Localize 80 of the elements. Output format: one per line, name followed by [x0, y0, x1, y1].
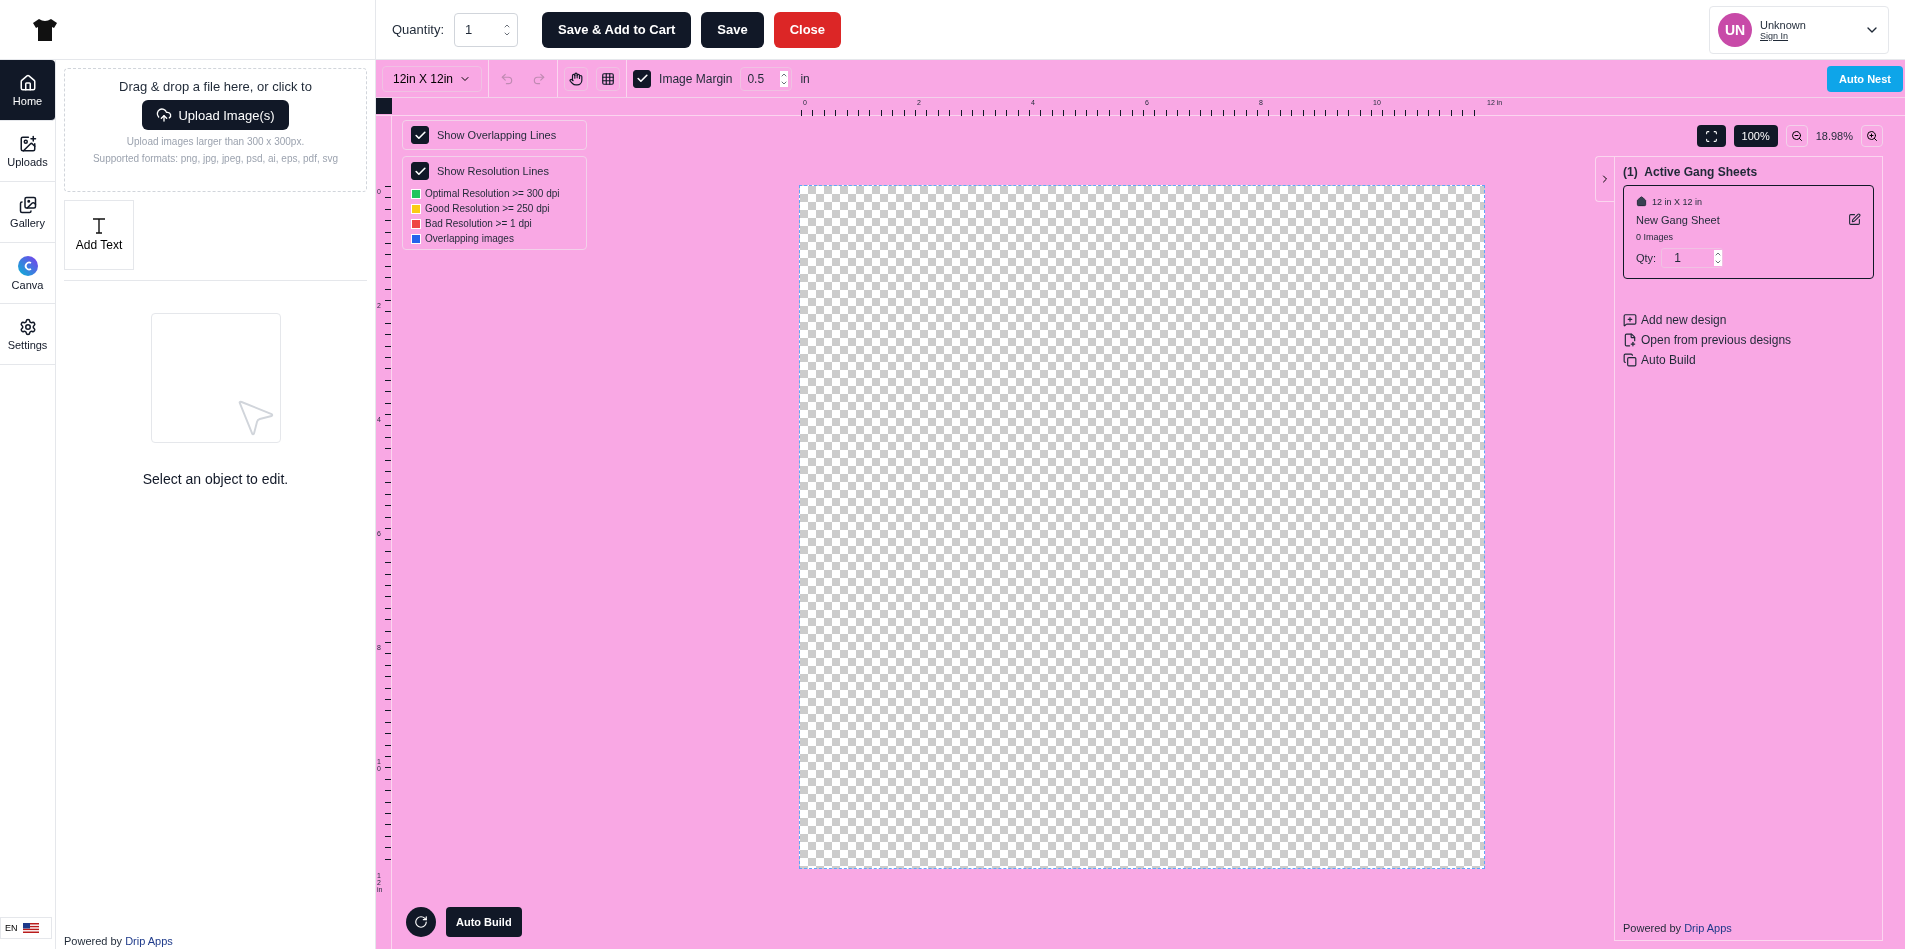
powered-by-text: Powered by Drip Apps	[64, 935, 174, 947]
spinner-arrows-icon[interactable]	[780, 70, 789, 87]
user-name: Unknown	[1760, 18, 1807, 31]
ruler-corner	[376, 98, 392, 114]
settings-icon	[18, 317, 37, 336]
edit-icon[interactable]	[1848, 213, 1861, 226]
sheet-size: 12 in X 12 in	[1652, 196, 1703, 207]
panel-action[interactable]: Auto Build	[1623, 353, 1874, 367]
copy-icon	[1623, 353, 1637, 367]
checkmark-icon	[635, 72, 649, 85]
resolution-checkbox[interactable]	[411, 162, 429, 180]
unit-label: in	[800, 71, 810, 86]
home-icon	[1636, 196, 1647, 207]
checkbox-label: Show Overlapping Lines	[437, 129, 557, 141]
undo-icon	[500, 71, 515, 86]
qty-field[interactable]: 1	[1661, 248, 1724, 268]
empty-state-text: Select an object to edit.	[142, 471, 289, 487]
sign-in-link[interactable]: Sign In	[1760, 30, 1856, 41]
image-margin-label: Image Margin	[659, 71, 733, 86]
header-button[interactable]: Save	[701, 11, 764, 48]
image-margin-checkbox[interactable]	[633, 69, 652, 88]
overlapping-checkbox[interactable]	[411, 126, 429, 144]
home-icon	[18, 73, 37, 92]
fit-screen-icon	[1704, 129, 1718, 143]
auto-build-button[interactable]: Auto Build	[446, 907, 522, 937]
sheet-size-dropdown[interactable]: 12in X 12in	[382, 65, 483, 92]
user-menu[interactable]: UN Unknown Sign In	[1709, 5, 1889, 54]
add-design-icon	[1623, 313, 1637, 327]
language-selector[interactable]: EN	[0, 917, 52, 939]
legend-label: Bad Resolution >= 1 dpi	[425, 218, 532, 229]
legend-label: Good Resolution >= 250 dpi	[425, 203, 550, 214]
gang-sheet-card[interactable]: 12 in X 12 in New Gang Sheet 0 Images Qty: 1	[1623, 185, 1874, 279]
qty-label: Qty:	[1636, 252, 1657, 264]
upload-button[interactable]: Upload Image(s)	[142, 100, 289, 130]
gallery-icon	[18, 195, 37, 214]
spinner-arrows-icon[interactable]	[1714, 250, 1723, 266]
zoom-in-button[interactable]	[1861, 125, 1883, 147]
redo-icon	[532, 71, 547, 86]
image-plus-icon	[18, 134, 37, 153]
grid-icon	[601, 71, 616, 86]
hand-icon	[569, 71, 584, 86]
cloud-upload-icon	[156, 107, 173, 123]
file-plus-icon	[1623, 333, 1637, 347]
add-text-button[interactable]: Add Text	[64, 200, 134, 270]
canva-logo-icon	[17, 255, 38, 276]
panel-action[interactable]: Add new design	[1623, 313, 1874, 327]
user-avatar: UN	[1718, 12, 1752, 47]
pan-hand-button[interactable]	[564, 66, 589, 91]
quantity-field[interactable]: 1	[454, 12, 519, 47]
legend-label: Optimal Resolution >= 300 dpi	[425, 188, 560, 199]
quantity-label: Quantity:	[392, 22, 445, 37]
drop-zone[interactable]: Drag & drop a file here, or click to Upload Image(s) Upload images larger than 300 x 300px. Supported formats: png, jpg, jpeg, psd, ai, eps, pdf, svg	[64, 68, 367, 192]
header-button[interactable]: Save & Add to Cart	[542, 11, 692, 48]
t-shirt-logo-icon	[30, 17, 60, 42]
text-icon	[92, 218, 106, 234]
panel-action[interactable]: Open from previous designs	[1623, 333, 1874, 347]
powered-by-text: Powered by Drip Apps	[1623, 922, 1733, 934]
checkbox-label: Show Resolution Lines	[437, 165, 549, 177]
zoom-level: 18.98%	[1815, 130, 1853, 142]
drop-prompt: Drag & drop a file here, or click to	[119, 79, 312, 94]
flag-icon	[22, 923, 39, 933]
zoom-out-button[interactable]	[1785, 125, 1808, 147]
sheet-name: New Gang Sheet	[1636, 213, 1720, 226]
fit-screen-button[interactable]	[1696, 125, 1726, 147]
zoom-reset-button[interactable]: 100%	[1733, 125, 1778, 147]
upload-hint: Upload images larger than 300 x 300px.	[126, 136, 305, 147]
zoom-in-icon	[1866, 130, 1878, 142]
image-margin-field[interactable]: 0.5	[740, 66, 793, 91]
nav-item[interactable]: Home	[0, 60, 55, 121]
refresh-button[interactable]	[406, 907, 436, 937]
legend-label: Overlapping images	[425, 233, 514, 244]
checkmark-icon	[413, 128, 427, 142]
refresh-icon	[414, 915, 428, 929]
formats-hint: Supported formats: png, jpg, jpeg, psd, ai, eps, pdf, svg	[92, 153, 339, 164]
zoom-out-icon	[1790, 130, 1803, 142]
panel-title: (1) Active Gang Sheets	[1623, 165, 1759, 179]
checkmark-icon	[413, 164, 427, 178]
grid-button[interactable]	[596, 66, 621, 91]
header-button[interactable]: Close	[773, 11, 842, 48]
image-count: 0 Images	[1636, 232, 1675, 242]
